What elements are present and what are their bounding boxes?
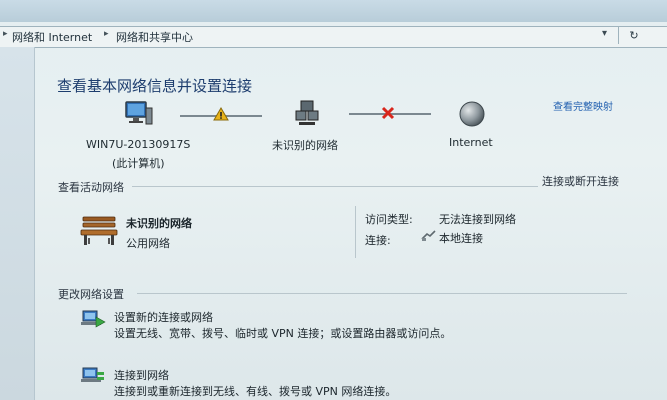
warning-triangle-icon[interactable]	[213, 107, 229, 121]
change-settings-title: 更改网络设置	[58, 288, 124, 301]
active-network-type: 公用网络	[126, 237, 170, 250]
new-connection-icon	[81, 310, 106, 328]
vertical-divider	[355, 206, 356, 258]
connect-to-network-description: 连接到或重新连接到无线、有线、拨号或 VPN 网络连接。	[114, 385, 397, 398]
red-x-icon[interactable]	[381, 106, 395, 120]
breadcrumb-root-chevron-icon[interactable]: ▸	[3, 29, 8, 39]
refresh-button[interactable]: ↻	[618, 27, 649, 44]
local-connection-link[interactable]: 本地连接	[439, 230, 483, 246]
refresh-icon: ↻	[629, 29, 639, 42]
connect-to-network-link[interactable]: 连接到网络	[114, 367, 169, 383]
computer-sublabel: (此计算机)	[112, 157, 165, 170]
title-bar	[0, 0, 667, 22]
view-full-map-link[interactable]: 查看完整映射	[553, 98, 613, 113]
active-networks-title: 查看活动网络	[58, 181, 124, 194]
breadcrumb-item-sharing-center[interactable]: 网络和共享中心	[116, 29, 193, 45]
access-type-label: 访问类型:	[365, 213, 413, 226]
setup-new-connection-description: 设置无线、宽带、拨号、临时或 VPN 连接；或设置路由器或访问点。	[114, 327, 452, 340]
access-type-value: 无法连接到网络	[439, 213, 516, 226]
network-node-label: 未识别的网络	[272, 139, 338, 152]
setup-new-connection-link[interactable]: 设置新的连接或网络	[114, 309, 213, 325]
page-title: 查看基本网络信息并设置连接	[57, 77, 253, 95]
window: ▸ 网络和 Internet ▸ 网络和共享中心 ▾ ↻ 查看基本网络信息并设置…	[0, 0, 667, 400]
section-divider	[137, 293, 627, 294]
ethernet-icon	[421, 230, 436, 241]
connect-to-network-icon	[81, 367, 104, 382]
breadcrumb-item-network-internet[interactable]: 网络和 Internet	[12, 29, 92, 45]
address-dropdown-icon[interactable]: ▾	[602, 28, 607, 39]
connect-disconnect-link[interactable]: 连接或断开连接	[542, 173, 619, 189]
connections-label: 连接:	[365, 234, 391, 247]
section-divider	[132, 186, 538, 187]
bench-icon	[80, 216, 118, 245]
internet-node-label: Internet	[449, 136, 493, 149]
computer-name-label: WIN7U-20130917S	[86, 138, 191, 151]
globe-icon	[459, 101, 485, 127]
computer-icon	[125, 101, 153, 125]
active-network-name: 未识别的网络	[126, 217, 192, 230]
network-icon	[295, 100, 319, 125]
breadcrumb-chevron-icon[interactable]: ▸	[104, 29, 109, 39]
left-navigation-pane	[0, 47, 35, 400]
address-bar[interactable]	[0, 26, 667, 48]
